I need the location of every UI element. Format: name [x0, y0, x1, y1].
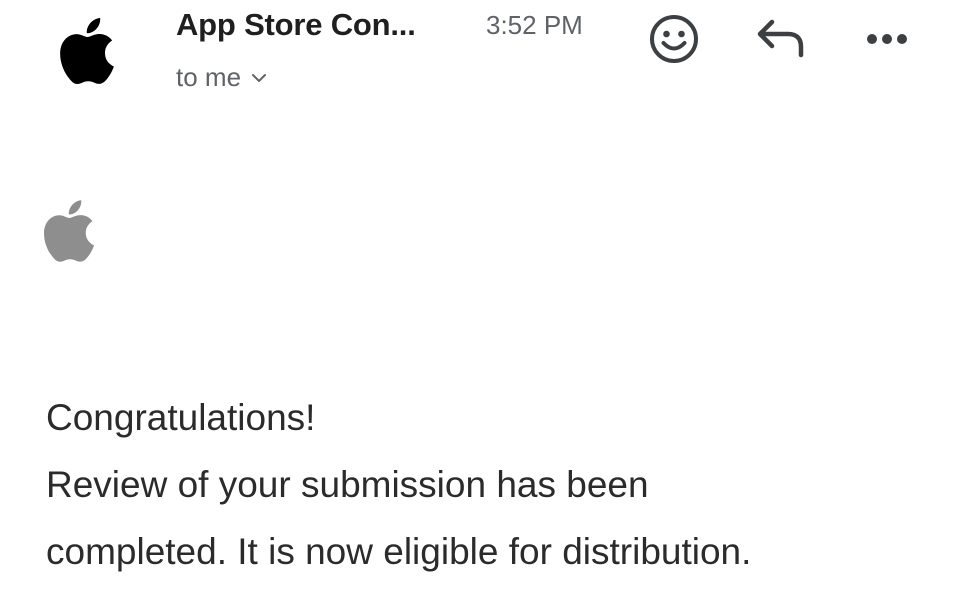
more-horizontal-icon — [867, 34, 907, 44]
apple-logo-icon — [60, 18, 114, 84]
recipient-label: to me — [176, 62, 242, 92]
body-apple-logo — [44, 200, 95, 262]
add-reaction-button[interactable] — [648, 13, 700, 65]
email-view: App Store Con... 3:52 PM to me Congratul… — [0, 0, 956, 603]
message-greeting: Congratulations! — [46, 397, 316, 438]
received-time: 3:52 PM — [486, 10, 583, 40]
more-options-button[interactable] — [862, 24, 912, 54]
smiley-face-icon — [650, 15, 698, 63]
message-line: Review of your submission has been — [46, 464, 649, 505]
message-body: Congratulations! Review of your submissi… — [46, 384, 926, 585]
sender-avatar[interactable] — [58, 18, 116, 84]
message-line: completed. It is now eligible for distri… — [46, 531, 752, 572]
chevron-down-icon — [252, 73, 267, 82]
reply-arrow-icon — [757, 19, 804, 58]
reply-button[interactable] — [755, 16, 809, 60]
apple-logo-icon — [44, 200, 95, 262]
recipient-toggle[interactable]: to me — [176, 62, 267, 93]
sender-name[interactable]: App Store Con... — [176, 7, 416, 43]
